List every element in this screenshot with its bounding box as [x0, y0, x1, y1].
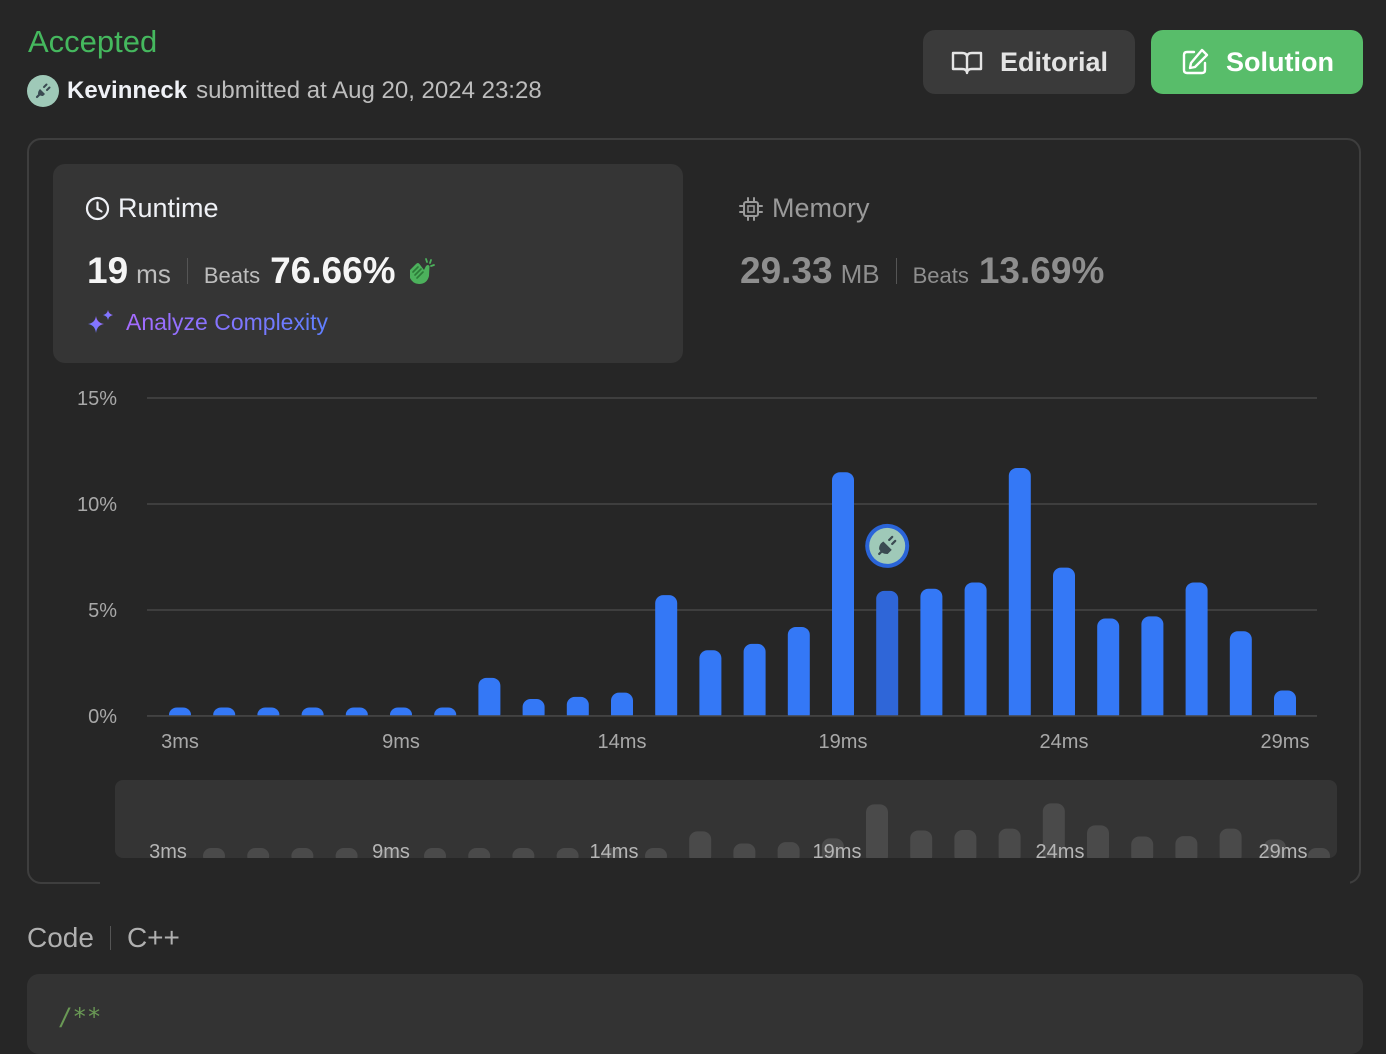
plug-icon	[35, 83, 51, 99]
avatar[interactable]	[27, 75, 59, 107]
code-header: Code C++	[27, 922, 180, 954]
edit-icon	[1182, 48, 1209, 75]
editorial-label: Editorial	[999, 46, 1108, 77]
code-label: Code	[27, 922, 94, 953]
runtime-beats-percent: 76.66%	[270, 250, 396, 291]
solution-label: Solution	[1226, 46, 1334, 77]
solution-button[interactable]: Solution	[1151, 30, 1363, 94]
status-accepted: Accepted	[28, 24, 158, 59]
code-language: C++	[126, 922, 180, 953]
username-link[interactable]: Kevinneck	[67, 77, 187, 105]
memory-unit: MB	[840, 259, 880, 289]
sparkle-icon	[88, 310, 113, 333]
clap-icon	[409, 258, 435, 284]
runtime-title: Runtime	[85, 193, 219, 224]
code-block[interactable]	[27, 974, 1363, 1054]
runtime-beats-label: Beats	[203, 263, 261, 288]
runtime-metric: 19 ms Beats 76.66%	[87, 250, 436, 292]
memory-beats-percent: 13.69%	[978, 250, 1105, 291]
memory-beats-label: Beats	[912, 263, 969, 288]
runtime-value: 19	[87, 250, 129, 291]
divider	[186, 258, 188, 284]
range-slider[interactable]	[115, 780, 1337, 858]
submitted-time: submitted at Aug 20, 2024 23:28	[196, 77, 542, 104]
code-line: /**	[58, 1003, 102, 1031]
divider	[895, 258, 897, 284]
clock-icon	[85, 196, 110, 221]
memory-value: 29.33	[740, 250, 833, 291]
editorial-button[interactable]: Editorial	[923, 30, 1135, 94]
memory-title[interactable]: Memory	[738, 193, 870, 224]
divider	[109, 926, 111, 950]
memory-metric: 29.33 MB Beats 13.69%	[740, 250, 1104, 292]
chip-icon	[739, 196, 763, 221]
book-icon	[951, 51, 983, 75]
analyze-complexity-link[interactable]: Analyze Complexity	[86, 308, 328, 336]
runtime-unit: ms	[136, 259, 171, 289]
submission-info: Kevinneck submitted at Aug 20, 2024 23:2…	[27, 74, 542, 108]
